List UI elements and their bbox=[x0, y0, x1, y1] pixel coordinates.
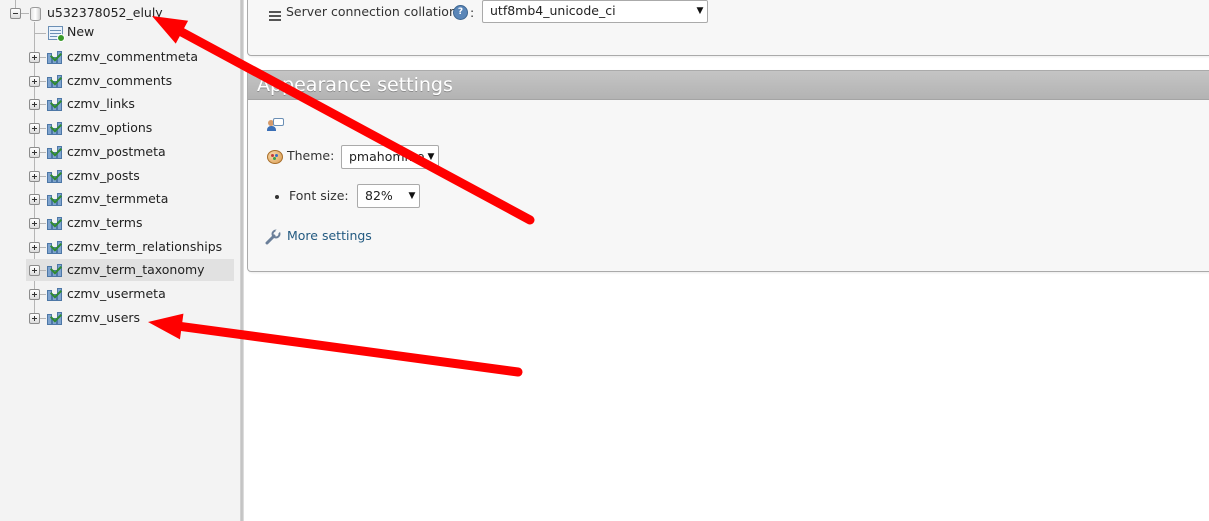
expand-table-icon[interactable] bbox=[29, 265, 40, 276]
new-table-icon bbox=[48, 26, 65, 42]
expand-table-icon[interactable] bbox=[29, 242, 40, 253]
table-name-link[interactable]: czmv_comments bbox=[67, 73, 172, 89]
theme-label: Theme: bbox=[287, 148, 335, 163]
tree-line bbox=[40, 81, 46, 82]
collation-icon bbox=[269, 11, 281, 21]
tree-line bbox=[40, 152, 46, 153]
tree-line bbox=[40, 57, 46, 58]
tree-line bbox=[21, 13, 29, 14]
table-structure-icon[interactable] bbox=[47, 262, 63, 277]
user-preferences-icon[interactable] bbox=[267, 118, 284, 132]
collation-select[interactable]: utf8mb4_unicode_ci ▼ bbox=[482, 0, 708, 23]
table-structure-icon[interactable] bbox=[47, 120, 63, 135]
expand-table-icon[interactable] bbox=[29, 99, 40, 110]
database-icon bbox=[30, 7, 41, 21]
font-size-label: Font size: bbox=[289, 188, 349, 203]
table-structure-icon[interactable] bbox=[47, 215, 63, 230]
table-name-link[interactable]: czmv_links bbox=[67, 96, 135, 112]
dropdown-arrow-icon: ▼ bbox=[424, 147, 438, 167]
table-structure-icon[interactable] bbox=[47, 310, 63, 325]
table-name-link[interactable]: czmv_usermeta bbox=[67, 286, 166, 302]
database-name-link[interactable]: u532378052_eluly bbox=[47, 5, 163, 21]
table-structure-icon[interactable] bbox=[47, 96, 63, 111]
table-name-link[interactable]: czmv_posts bbox=[67, 168, 140, 184]
font-size-select[interactable]: 82% ▼ bbox=[357, 184, 420, 208]
table-structure-icon[interactable] bbox=[47, 191, 63, 206]
more-settings-link[interactable]: More settings bbox=[287, 227, 372, 245]
expand-table-icon[interactable] bbox=[29, 52, 40, 63]
appearance-settings-title: Appearance settings bbox=[248, 71, 1209, 100]
table-name-link[interactable]: czmv_postmeta bbox=[67, 144, 166, 160]
expand-table-icon[interactable] bbox=[29, 289, 40, 300]
navigation-panel: u532378052_eluly New czmv_commentmetaczm… bbox=[0, 0, 240, 521]
collapse-database-icon[interactable] bbox=[10, 8, 21, 19]
theme-icon bbox=[267, 150, 283, 164]
table-name-link[interactable]: czmv_terms bbox=[67, 215, 142, 231]
general-settings-panel: Server connection collation ? : utf8mb4_… bbox=[247, 0, 1209, 56]
table-structure-icon[interactable] bbox=[47, 168, 63, 183]
main-content: Server connection collation ? : utf8mb4_… bbox=[244, 0, 1209, 521]
tree-line bbox=[40, 176, 46, 177]
theme-select-value: pmahomme bbox=[349, 149, 425, 164]
collation-colon: : bbox=[470, 5, 475, 20]
tree-line bbox=[40, 294, 46, 295]
dropdown-arrow-icon: ▼ bbox=[405, 186, 419, 206]
tree-line bbox=[40, 247, 46, 248]
appearance-settings-panel: Appearance settings Theme: pmahomme ▼ Fo… bbox=[247, 70, 1209, 272]
help-icon[interactable]: ? bbox=[453, 5, 468, 20]
tree-line bbox=[40, 318, 46, 319]
tree-line bbox=[40, 104, 46, 105]
tree-line bbox=[15, 0, 16, 8]
collation-label: Server connection collation bbox=[286, 4, 457, 19]
expand-table-icon[interactable] bbox=[29, 218, 40, 229]
tree-line bbox=[40, 128, 46, 129]
table-structure-icon[interactable] bbox=[47, 286, 63, 301]
collation-select-value: utf8mb4_unicode_ci bbox=[490, 3, 616, 18]
new-table-link[interactable]: New bbox=[67, 24, 94, 40]
table-structure-icon[interactable] bbox=[47, 49, 63, 64]
dropdown-arrow-icon: ▼ bbox=[693, 1, 707, 21]
tree-line bbox=[40, 199, 46, 200]
theme-select[interactable]: pmahomme ▼ bbox=[341, 145, 439, 169]
wrench-icon bbox=[265, 229, 281, 245]
table-name-link[interactable]: czmv_options bbox=[67, 120, 152, 136]
table-structure-icon[interactable] bbox=[47, 73, 63, 88]
expand-table-icon[interactable] bbox=[29, 76, 40, 87]
expand-table-icon[interactable] bbox=[29, 171, 40, 182]
expand-table-icon[interactable] bbox=[29, 313, 40, 324]
table-name-link[interactable]: czmv_term_taxonomy bbox=[67, 262, 205, 278]
expand-table-icon[interactable] bbox=[29, 194, 40, 205]
table-name-link[interactable]: czmv_term_relationships bbox=[67, 239, 222, 255]
expand-table-icon[interactable] bbox=[29, 147, 40, 158]
table-name-link[interactable]: czmv_users bbox=[67, 310, 140, 326]
table-name-link[interactable]: czmv_termmeta bbox=[67, 191, 168, 207]
table-name-link[interactable]: czmv_commentmeta bbox=[67, 49, 198, 65]
table-structure-icon[interactable] bbox=[47, 144, 63, 159]
tree-line bbox=[40, 270, 46, 271]
tree-line bbox=[40, 223, 46, 224]
list-bullet bbox=[275, 195, 279, 199]
tree-line bbox=[34, 33, 46, 34]
expand-table-icon[interactable] bbox=[29, 123, 40, 134]
font-size-select-value: 82% bbox=[365, 188, 393, 203]
table-structure-icon[interactable] bbox=[47, 239, 63, 254]
